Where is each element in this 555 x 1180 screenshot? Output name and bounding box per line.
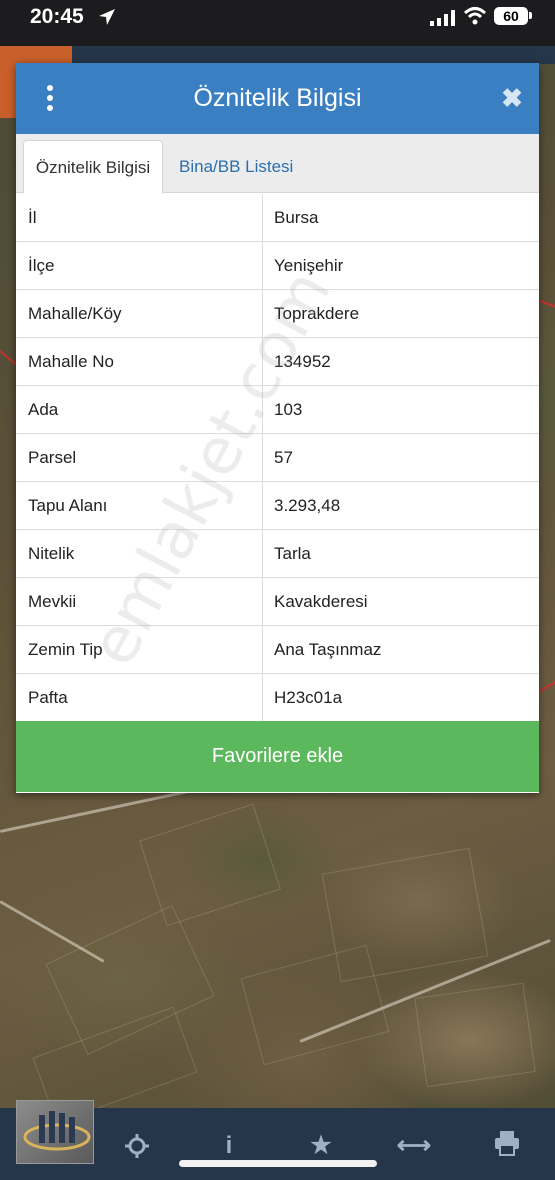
table-row: Zemin Tip Ana Taşınmaz	[16, 626, 539, 674]
dialog-header: Öznitelik Bilgisi ✖	[16, 63, 539, 134]
row-key: Parsel	[16, 434, 263, 481]
measure-icon[interactable]: ⟷	[396, 1128, 432, 1164]
row-value: 3.293,48	[274, 496, 341, 515]
cellular-signal-icon	[430, 10, 455, 26]
table-row: Mevkii Kavakderesi	[16, 578, 539, 626]
row-key: Zemin Tip	[16, 626, 263, 673]
app-header-bar	[72, 46, 555, 64]
row-key: Nitelik	[16, 530, 263, 577]
row-key: İlçe	[16, 242, 263, 289]
table-row: İlçe Yenişehir	[16, 242, 539, 290]
star-icon[interactable]: ★	[303, 1128, 339, 1164]
print-icon[interactable]	[489, 1128, 525, 1164]
tab-building-list[interactable]: Bina/BB Listesi	[179, 140, 293, 194]
row-value: 57	[274, 448, 293, 467]
row-key: İl	[16, 194, 263, 241]
add-to-favorites-button[interactable]: Favorilere ekle	[16, 721, 539, 792]
attribute-dialog: Öznitelik Bilgisi ✖ Öznitelik Bilgisi Bi…	[16, 63, 539, 793]
row-key: Tapu Alanı	[16, 482, 263, 529]
table-row: Parsel 57	[16, 434, 539, 482]
status-time: 20:45	[30, 5, 84, 28]
table-row: Pafta H23c01a	[16, 674, 539, 722]
row-key: Mahalle No	[16, 338, 263, 385]
wifi-icon	[463, 7, 487, 25]
table-row: İl Bursa	[16, 194, 539, 242]
row-value: Yenişehir	[274, 256, 344, 275]
battery-indicator: 60	[494, 7, 528, 25]
kebab-menu-icon[interactable]	[43, 85, 57, 113]
row-value: Kavakderesi	[274, 592, 368, 611]
table-row: Nitelik Tarla	[16, 530, 539, 578]
home-indicator[interactable]	[179, 1160, 377, 1167]
battery-nub	[529, 12, 532, 19]
row-value: Bursa	[274, 208, 319, 227]
row-value: Toprakdere	[274, 304, 360, 323]
row-key: Ada	[16, 386, 263, 433]
location-arrow-icon	[99, 9, 115, 25]
table-row: Tapu Alanı 3.293,48	[16, 482, 539, 530]
crosshair-icon[interactable]	[119, 1128, 155, 1164]
row-value: 134952	[274, 352, 331, 371]
dialog-title: Öznitelik Bilgisi	[193, 84, 362, 112]
dialog-tabs: Öznitelik Bilgisi Bina/BB Listesi	[16, 134, 539, 194]
attribute-table: İl Bursa İlçe Yenişehir Mahalle/Köy Topr…	[16, 194, 539, 722]
row-key: Mevkii	[16, 578, 263, 625]
row-key: Pafta	[16, 674, 263, 721]
row-value: Ana Taşınmaz	[274, 640, 382, 659]
table-row: Ada 103	[16, 386, 539, 434]
row-value: Tarla	[274, 544, 311, 563]
row-key: Mahalle/Köy	[16, 290, 263, 337]
info-icon[interactable]: i	[211, 1128, 247, 1164]
row-value: H23c01a	[274, 688, 343, 707]
status-bar: 20:45 60	[0, 0, 555, 46]
table-row: Mahalle/Köy Toprakdere	[16, 290, 539, 338]
table-row: Mahalle No 134952	[16, 338, 539, 386]
tab-attribute-info[interactable]: Öznitelik Bilgisi	[23, 140, 163, 194]
row-value: 103	[274, 400, 303, 419]
layers-icon[interactable]	[16, 1100, 94, 1164]
close-icon[interactable]: ✖	[500, 83, 524, 113]
